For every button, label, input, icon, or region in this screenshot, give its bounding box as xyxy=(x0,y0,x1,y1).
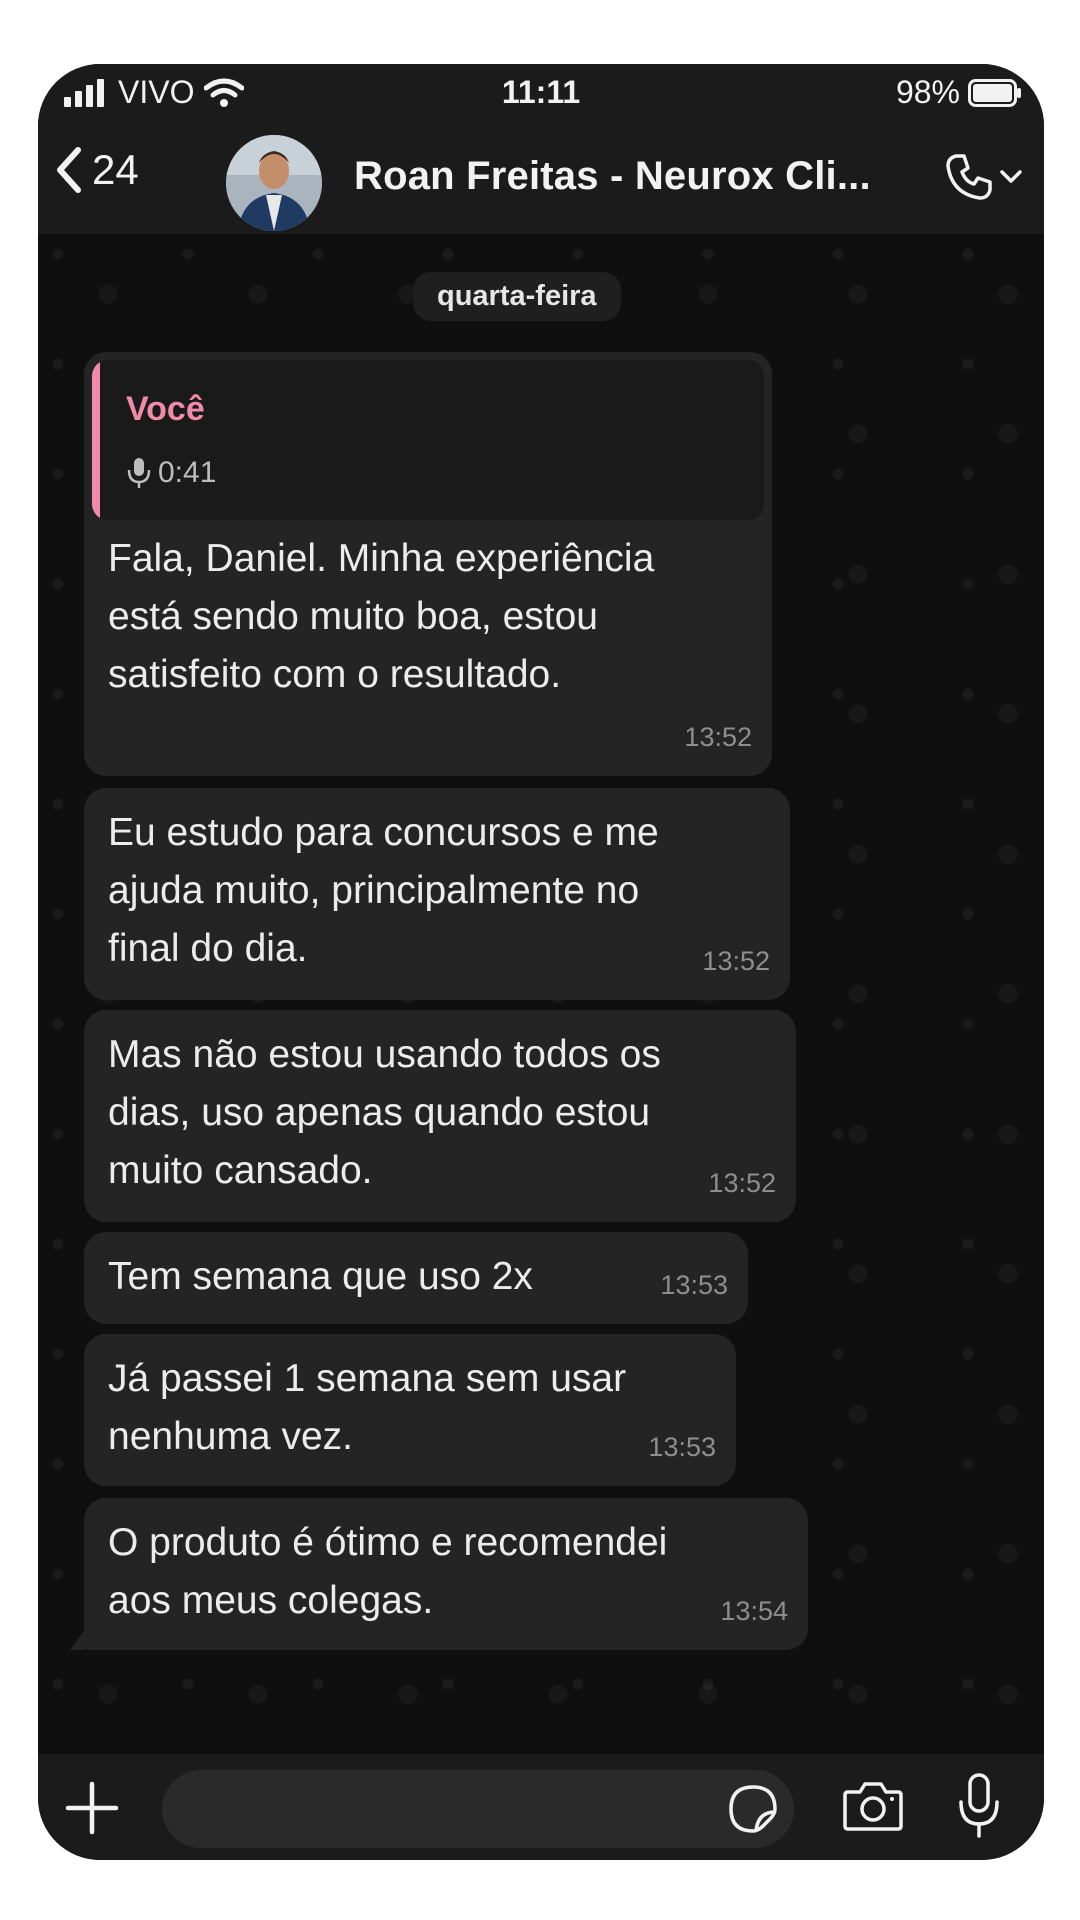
message-bubble[interactable]: Tem semana que uso 2x 13:53 xyxy=(84,1232,748,1324)
avatar-image xyxy=(226,135,322,231)
chat-area[interactable]: quarta-feira Você 0:41 Fala, Daniel. Min… xyxy=(38,234,1044,1754)
day-separator: quarta-feira xyxy=(413,272,621,321)
message-bubble[interactable]: Você 0:41 Fala, Daniel. Minha experiênci… xyxy=(84,352,772,776)
plus-icon[interactable] xyxy=(64,1780,120,1836)
message-time: 13:53 xyxy=(648,1432,716,1462)
message-time: 13:54 xyxy=(720,1596,788,1626)
chevron-down-icon xyxy=(1000,170,1022,183)
quote-accent-bar xyxy=(92,360,100,520)
message-text: Mas não estou usando todos os dias, uso … xyxy=(108,1033,661,1192)
message-text: Fala, Daniel. Minha experiência está sen… xyxy=(108,537,655,696)
quoted-message[interactable]: Você 0:41 xyxy=(92,360,764,520)
phone-screen: VIVO 11:11 98% 24 Roan Freitas - Neurox … xyxy=(38,64,1044,1860)
status-right: 98% xyxy=(896,74,1022,111)
quote-duration-text: 0:41 xyxy=(158,456,217,489)
message-bubble[interactable]: Mas não estou usando todos os dias, uso … xyxy=(84,1010,796,1222)
sticker-icon[interactable] xyxy=(728,1784,778,1834)
message-time: 13:52 xyxy=(684,722,752,752)
back-button[interactable]: 24 xyxy=(54,146,139,194)
message-text: O produto é ótimo e recomendei aos meus … xyxy=(108,1521,668,1622)
message-bubble[interactable]: Já passei 1 semana sem usar nenhuma vez.… xyxy=(84,1334,736,1486)
quote-author: Você xyxy=(126,390,205,428)
message-bubble[interactable]: O produto é ótimo e recomendei aos meus … xyxy=(70,1498,808,1650)
message-time: 13:52 xyxy=(708,1168,776,1198)
battery-percent: 98% xyxy=(895,74,960,110)
microphone-icon[interactable] xyxy=(956,1772,1002,1842)
bubble-tail xyxy=(70,1628,86,1650)
microphone-icon xyxy=(127,458,151,488)
input-bar xyxy=(38,1754,1044,1860)
battery-icon xyxy=(968,78,1021,107)
phone-call-icon xyxy=(946,154,992,200)
status-time: 11:11 xyxy=(501,74,581,110)
message-text: Já passei 1 semana sem usar nenhuma vez. xyxy=(108,1357,627,1458)
chat-header: 24 Roan Freitas - Neurox Cli... xyxy=(38,126,1044,234)
quote-audio-duration: 0:41 xyxy=(126,444,216,502)
message-time: 13:52 xyxy=(702,946,770,976)
unread-count: 24 xyxy=(92,146,139,193)
status-bar: VIVO 11:11 98% xyxy=(38,64,1044,126)
message-time: 13:53 xyxy=(660,1270,728,1300)
call-button[interactable] xyxy=(944,152,1022,202)
camera-icon[interactable] xyxy=(842,1778,904,1834)
avatar[interactable] xyxy=(226,135,322,231)
message-text: Tem semana que uso 2x xyxy=(108,1255,533,1298)
message-bubble[interactable]: Eu estudo para concursos e me ajuda muit… xyxy=(84,788,790,1000)
contact-name[interactable]: Roan Freitas - Neurox Cli... xyxy=(354,154,871,199)
message-text: Eu estudo para concursos e me ajuda muit… xyxy=(108,811,659,970)
message-input[interactable] xyxy=(162,1770,794,1848)
back-chevron-icon xyxy=(57,147,81,193)
